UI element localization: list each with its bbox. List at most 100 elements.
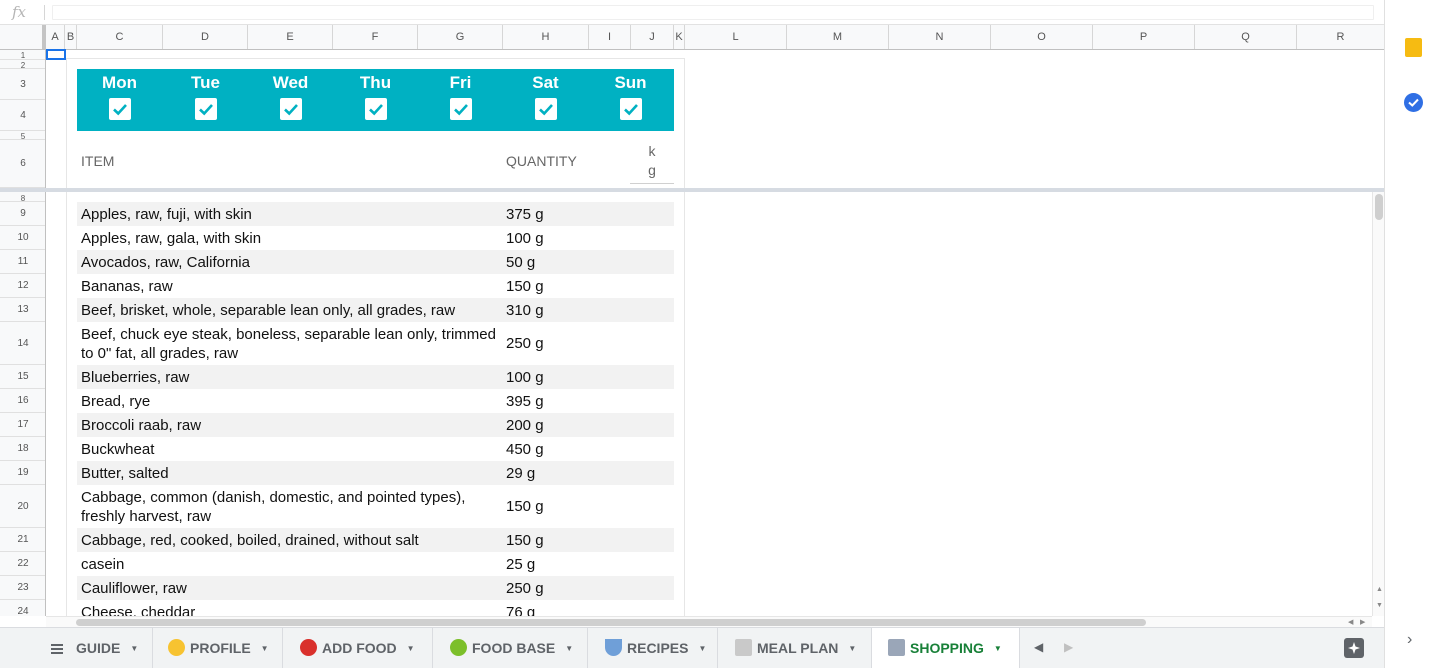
table-row[interactable]: Bananas, raw 150 g — [77, 274, 674, 298]
column-header-g[interactable]: G — [418, 25, 503, 49]
table-row[interactable]: Bread, rye 395 g — [77, 389, 674, 413]
tab-food-base[interactable]: FOOD BASE ▼ — [433, 628, 588, 668]
tab-shopping[interactable]: SHOPPING ▼ — [872, 628, 1020, 668]
row-header-22[interactable]: 22 — [0, 552, 45, 576]
tab-scroll-left-icon[interactable]: ◀ — [1034, 640, 1043, 654]
column-header-j[interactable]: J — [631, 25, 674, 49]
day-wed-checkbox[interactable] — [279, 98, 302, 120]
scroll-right-icon[interactable]: ▶ — [1360, 618, 1365, 626]
tab-guide[interactable]: GUIDE ▼ — [76, 628, 153, 668]
vertical-scrollbar[interactable]: ▲ ▼ — [1372, 192, 1384, 616]
table-row[interactable]: Butter, salted 29 g — [77, 461, 674, 485]
column-header-p[interactable]: P — [1093, 25, 1195, 49]
table-row[interactable]: Buckwheat 450 g — [77, 437, 674, 461]
explore-button[interactable] — [1344, 638, 1364, 658]
row-header-2[interactable]: 2 — [0, 60, 45, 70]
column-header-m[interactable]: M — [787, 25, 889, 49]
chevron-down-icon[interactable]: ▼ — [994, 628, 1002, 668]
day-sat-checkbox[interactable] — [534, 98, 557, 120]
chevron-down-icon[interactable]: ▼ — [407, 628, 415, 668]
tab-profile[interactable]: PROFILE ▼ — [153, 628, 283, 668]
row-header-5[interactable]: 5 — [0, 131, 45, 141]
row-header-4[interactable]: 4 — [0, 100, 45, 131]
day-label: Tue — [191, 73, 220, 92]
tab-meal-plan[interactable]: MEAL PLAN ▼ — [718, 628, 872, 668]
keep-icon[interactable] — [1405, 38, 1422, 57]
column-header-e[interactable]: E — [248, 25, 333, 49]
day-sun-checkbox[interactable] — [619, 98, 642, 120]
row-header-13[interactable]: 13 — [0, 298, 45, 322]
scroll-down-icon[interactable]: ▼ — [1376, 602, 1383, 609]
row-header-11[interactable]: 11 — [0, 250, 45, 274]
scroll-left-icon[interactable]: ◀ — [1348, 618, 1353, 626]
row-header-15[interactable]: 15 — [0, 365, 45, 389]
row-header-8[interactable]: 8 — [0, 192, 45, 203]
tab-add-food[interactable]: ADD FOOD ▼ — [283, 628, 433, 668]
row-header-12[interactable]: 12 — [0, 274, 45, 298]
active-cell-selection[interactable] — [46, 49, 66, 60]
scroll-up-icon[interactable]: ▲ — [1376, 586, 1383, 593]
chevron-down-icon[interactable]: ▼ — [130, 628, 138, 668]
column-header-o[interactable]: O — [991, 25, 1093, 49]
tab-scroll-right-icon[interactable]: ▶ — [1064, 640, 1073, 654]
row-header-1[interactable]: 1 — [0, 50, 45, 60]
column-header-a[interactable]: A — [46, 25, 65, 49]
table-row[interactable]: Apples, raw, fuji, with skin 375 g — [77, 202, 674, 226]
table-row[interactable]: casein 25 g — [77, 552, 674, 576]
day-tue-checkbox[interactable] — [194, 98, 217, 120]
select-all-corner[interactable] — [0, 25, 46, 49]
row-header-17[interactable]: 17 — [0, 413, 45, 437]
tasks-icon[interactable] — [1404, 93, 1423, 112]
chevron-right-icon[interactable]: › — [1407, 631, 1412, 649]
column-header-q[interactable]: Q — [1195, 25, 1297, 49]
row-header-21[interactable]: 21 — [0, 528, 45, 552]
row-header-19[interactable]: 19 — [0, 461, 45, 485]
table-row[interactable]: Cauliflower, raw 250 g — [77, 576, 674, 600]
item-quantity: 310 g — [506, 302, 544, 319]
formula-input[interactable] — [52, 5, 1374, 20]
table-row[interactable]: Cabbage, common (danish, domestic, and p… — [77, 485, 674, 528]
horizontal-scrollbar[interactable]: ◀ ▶ — [46, 616, 1372, 627]
table-row[interactable]: Blueberries, raw 100 g — [77, 365, 674, 389]
row-header-18[interactable]: 18 — [0, 437, 45, 461]
column-header-d[interactable]: D — [163, 25, 248, 49]
all-sheets-button[interactable] — [38, 628, 76, 668]
horizontal-scroll-thumb[interactable] — [76, 619, 1146, 626]
chevron-down-icon[interactable]: ▼ — [261, 628, 269, 668]
column-header-b[interactable]: B — [65, 25, 77, 49]
column-header-l[interactable]: L — [685, 25, 787, 49]
row-header-14[interactable]: 14 — [0, 322, 45, 365]
column-header-f[interactable]: F — [333, 25, 418, 49]
row-header-24[interactable]: 24 — [0, 600, 45, 616]
tab-recipes[interactable]: RECIPES ▼ — [588, 628, 718, 668]
table-row[interactable]: Cabbage, red, cooked, boiled, drained, w… — [77, 528, 674, 552]
row-header-20[interactable]: 20 — [0, 485, 45, 528]
column-header-r[interactable]: R — [1297, 25, 1384, 49]
row-header-6[interactable]: 6 — [0, 140, 45, 188]
day-mon-checkbox[interactable] — [108, 98, 131, 120]
chevron-down-icon[interactable]: ▼ — [848, 628, 856, 668]
row-header-23[interactable]: 23 — [0, 576, 45, 600]
unit-selector[interactable]: k g — [630, 142, 674, 184]
table-row[interactable]: Broccoli raab, raw 200 g — [77, 413, 674, 437]
column-header-c[interactable]: C — [77, 25, 163, 49]
column-header-i[interactable]: I — [589, 25, 631, 49]
table-row[interactable]: Avocados, raw, California 50 g — [77, 250, 674, 274]
day-fri-checkbox[interactable] — [449, 98, 472, 120]
vertical-scroll-thumb[interactable] — [1375, 194, 1383, 220]
frozen-rows-divider[interactable] — [0, 188, 1384, 192]
chevron-down-icon[interactable]: ▼ — [698, 628, 706, 668]
chevron-down-icon[interactable]: ▼ — [565, 628, 573, 668]
column-header-h[interactable]: H — [503, 25, 589, 49]
table-row[interactable]: Beef, chuck eye steak, boneless, separab… — [77, 322, 674, 365]
row-header-16[interactable]: 16 — [0, 389, 45, 413]
table-row[interactable]: Apples, raw, gala, with skin 100 g — [77, 226, 674, 250]
day-thu-checkbox[interactable] — [364, 98, 387, 120]
row-header-10[interactable]: 10 — [0, 226, 45, 250]
table-row[interactable]: Beef, brisket, whole, separable lean onl… — [77, 298, 674, 322]
row-header-3[interactable]: 3 — [0, 69, 45, 100]
table-row[interactable]: Cheese, cheddar 76 g — [77, 600, 674, 616]
row-header-9[interactable]: 9 — [0, 202, 45, 226]
column-header-n[interactable]: N — [889, 25, 991, 49]
column-header-k[interactable]: K — [674, 25, 685, 49]
